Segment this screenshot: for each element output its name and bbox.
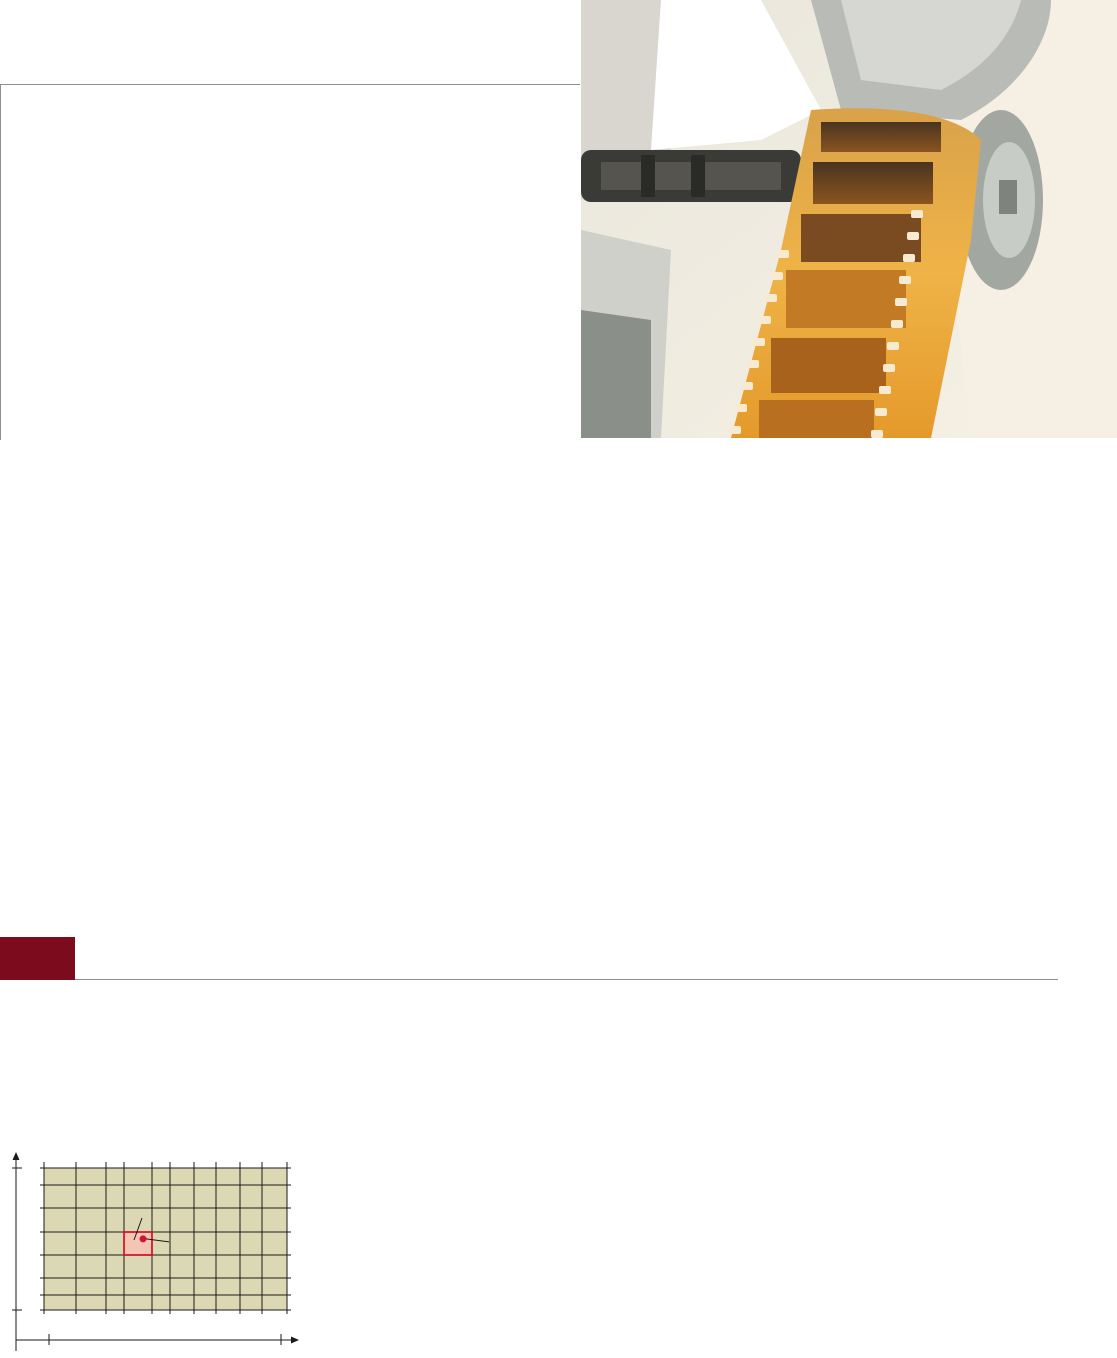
section-divider-rule — [75, 979, 1058, 980]
grid-layer — [40, 1162, 291, 1314]
film-reel-photo — [581, 0, 1117, 438]
chapter-opener-frame — [0, 84, 580, 440]
grid-background — [44, 1168, 287, 1310]
y-axis-arrow — [12, 1152, 20, 1160]
sample-point — [139, 1235, 147, 1243]
section-number-badge — [0, 937, 75, 980]
x-axis-arrow — [291, 1336, 299, 1344]
grid-figure-svg — [12, 1152, 299, 1351]
film-reel-illustration — [581, 0, 1117, 438]
grid-figure — [0, 1148, 310, 1358]
highlight-cell — [123, 1231, 153, 1256]
